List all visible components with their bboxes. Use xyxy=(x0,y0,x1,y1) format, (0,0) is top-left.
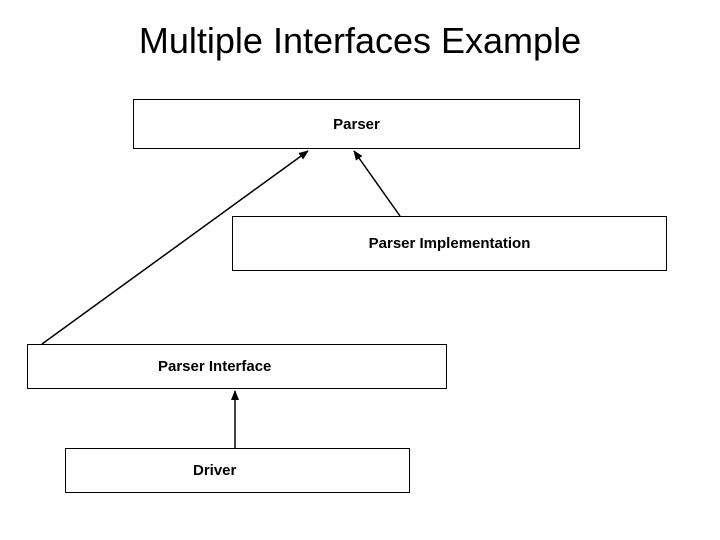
driver-label: Driver xyxy=(193,462,236,479)
parser-interface-box: Parser Interface xyxy=(27,344,447,389)
parser-implementation-label: Parser Implementation xyxy=(369,235,531,252)
driver-box: Driver xyxy=(65,448,410,493)
parser-interface-label: Parser Interface xyxy=(158,358,271,375)
arrow-impl-to-parser xyxy=(354,151,400,216)
parser-box: Parser xyxy=(133,99,580,149)
parser-implementation-box: Parser Implementation xyxy=(232,216,667,271)
page-title: Multiple Interfaces Example xyxy=(0,20,720,62)
parser-label: Parser xyxy=(333,116,380,133)
